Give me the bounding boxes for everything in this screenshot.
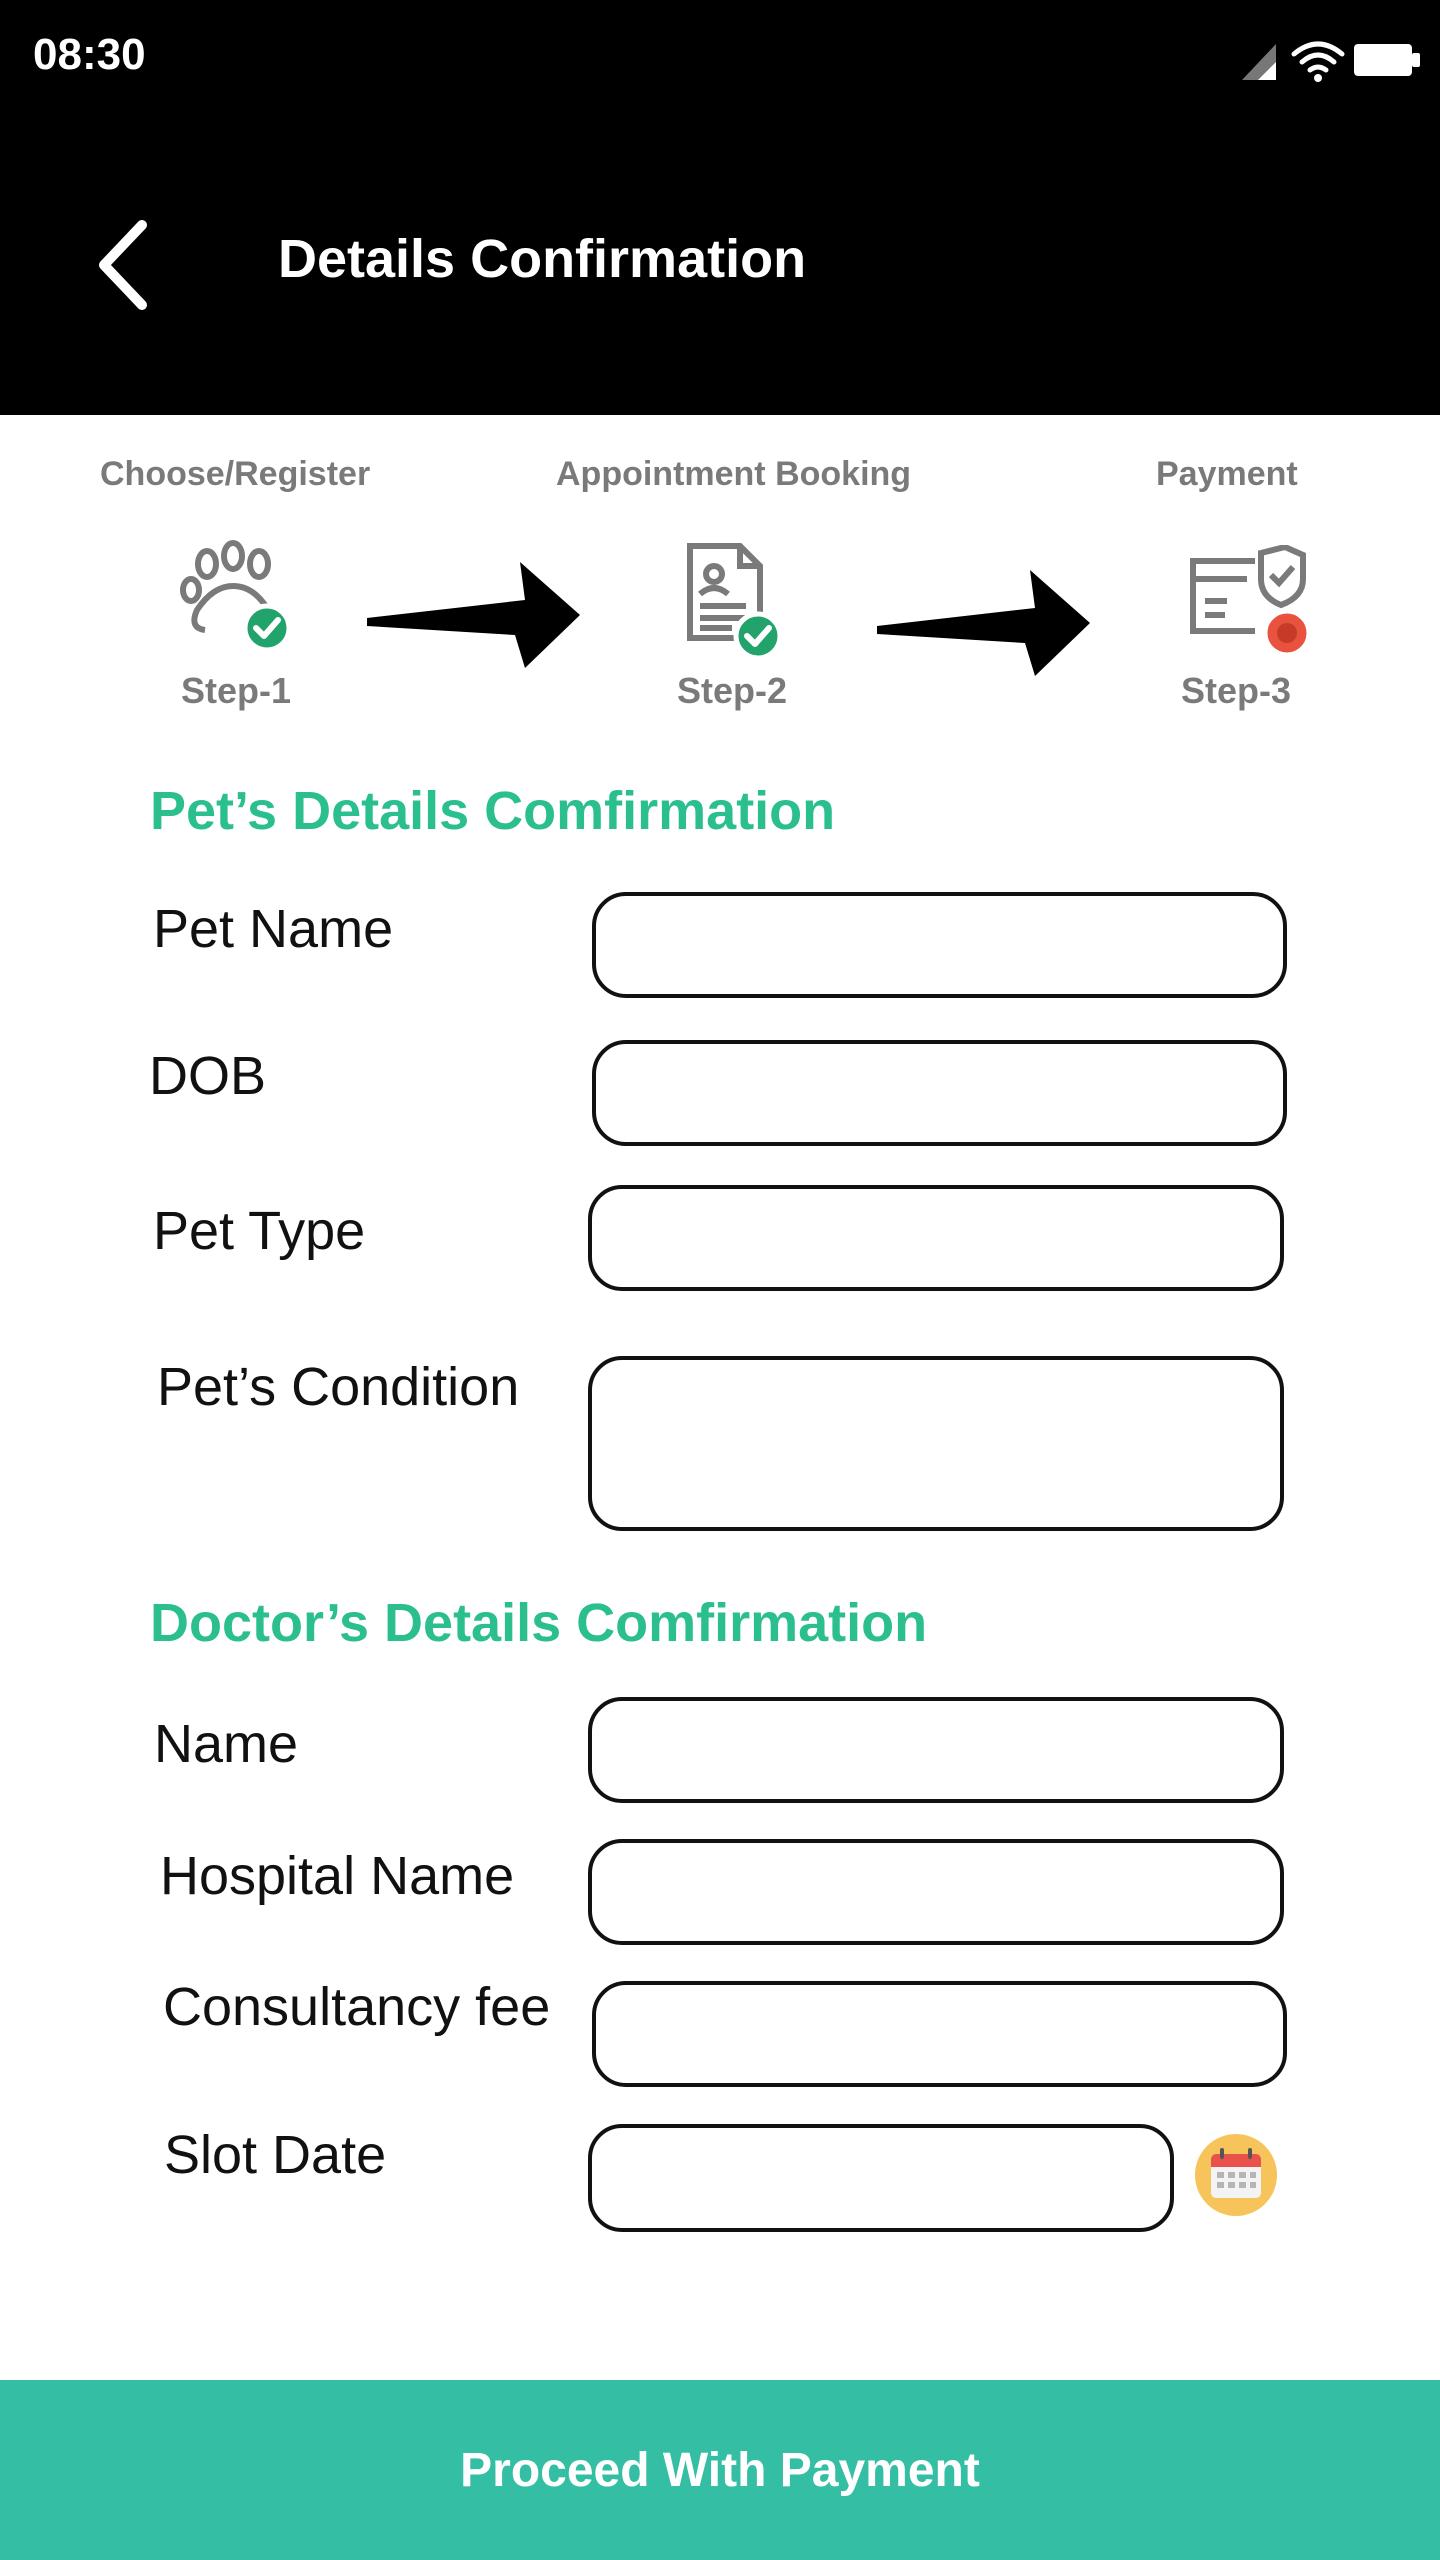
back-button[interactable] [90, 215, 170, 315]
pet-name-label: Pet Name [153, 899, 394, 959]
step-3-label: Payment [1156, 455, 1298, 493]
consultancy-fee-label: Consultancy fee [163, 1977, 551, 2037]
page-title: Details Confirmation [278, 229, 807, 289]
pet-name-input[interactable] [592, 892, 1287, 998]
wifi-icon [1291, 41, 1345, 73]
slot-date-input[interactable] [588, 2124, 1174, 2232]
check-badge-icon [242, 603, 292, 653]
step-2-caption: Step-2 [677, 670, 788, 711]
calendar-button[interactable] [1195, 2134, 1277, 2216]
proceed-with-payment-button[interactable]: Proceed With Payment [0, 2380, 1440, 2560]
step-1-caption: Step-1 [181, 670, 292, 711]
consultancy-fee-input[interactable] [592, 1981, 1287, 2087]
step-2-label: Appointment Booking [556, 455, 912, 493]
doctor-name-label: Name [154, 1714, 299, 1774]
chevron-left-icon [99, 220, 147, 310]
check-badge-icon [733, 611, 783, 660]
hospital-name-input[interactable] [588, 1839, 1284, 1945]
step-3-caption: Step-3 [1181, 670, 1292, 711]
document-icon [687, 543, 783, 660]
status-time: 08:30 [33, 30, 146, 79]
pet-type-input[interactable] [588, 1185, 1284, 1291]
pet-section-title: Pet’s Details Comfirmation [150, 781, 836, 841]
pet-type-label: Pet Type [153, 1201, 366, 1261]
doctor-section-title: Doctor’s Details Comfirmation [150, 1593, 928, 1653]
hospital-name-label: Hospital Name [160, 1846, 515, 1906]
step-1-label: Choose/Register [100, 455, 371, 493]
arrow-right-icon [877, 570, 1090, 676]
pet-condition-label: Pet’s Condition [157, 1357, 520, 1417]
pet-condition-input[interactable] [588, 1356, 1284, 1531]
status-icons [1242, 41, 1420, 82]
payment-shield-icon [1190, 545, 1312, 658]
calendar-icon [1211, 2148, 1261, 2198]
status-dot-icon [1262, 608, 1312, 658]
arrow-right-icon [367, 562, 580, 668]
dob-input[interactable] [592, 1040, 1287, 1146]
doctor-name-input[interactable] [588, 1697, 1284, 1803]
slot-date-label: Slot Date [164, 2125, 387, 2185]
dob-label: DOB [149, 1046, 267, 1106]
battery-icon [1354, 44, 1420, 76]
paw-icon [180, 540, 292, 653]
app-header: 08:30 Details Confirmation [0, 0, 1440, 415]
